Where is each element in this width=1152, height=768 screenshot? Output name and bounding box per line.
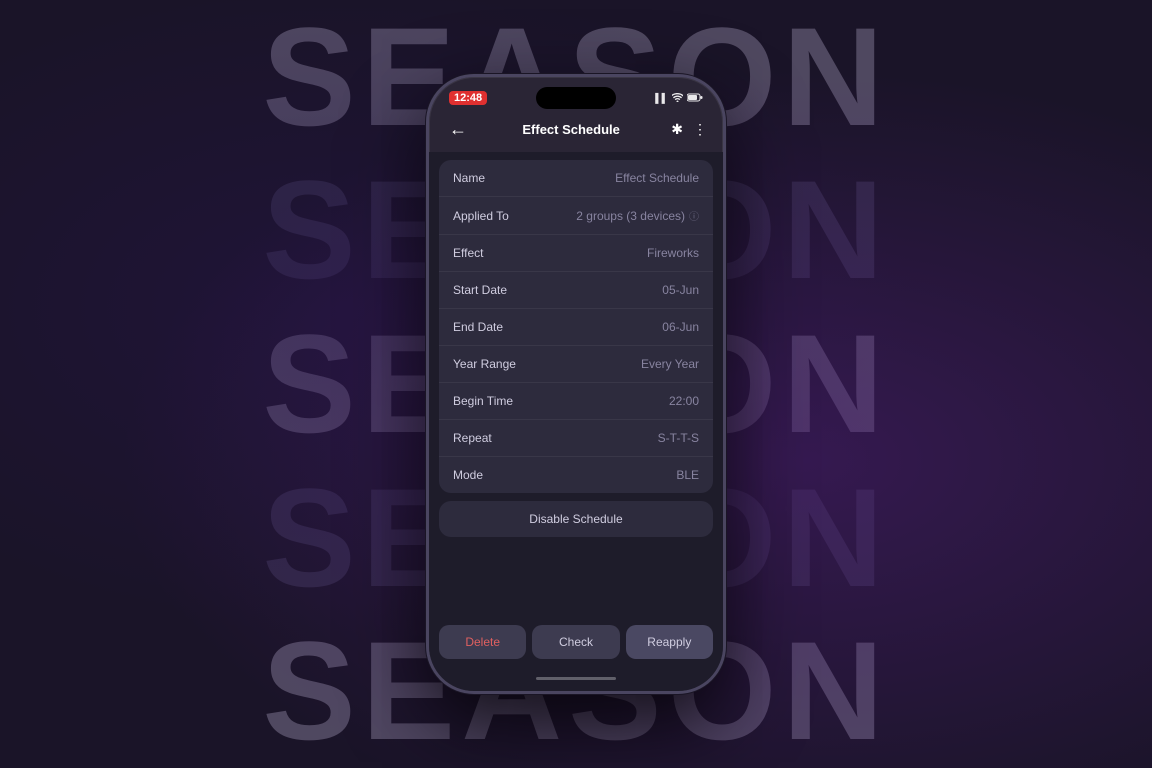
battery-icon xyxy=(687,93,703,104)
disable-schedule-button[interactable]: Disable Schedule xyxy=(439,501,713,537)
row-effect[interactable]: Effect Fireworks xyxy=(439,235,713,272)
row-mode-label: Mode xyxy=(453,468,483,482)
reapply-button[interactable]: Reapply xyxy=(626,625,713,659)
signal-icon: ▌▌ xyxy=(655,93,668,103)
wifi-icon xyxy=(672,93,683,104)
row-begin-label: Begin Time xyxy=(453,394,513,408)
row-effect-value: Fireworks xyxy=(647,246,699,260)
bottom-actions: Delete Check Reapply xyxy=(429,617,723,671)
row-start-date[interactable]: Start Date 05-Jun xyxy=(439,272,713,309)
row-begin-time[interactable]: Begin Time 22:00 xyxy=(439,383,713,420)
row-start-value: 05-Jun xyxy=(662,283,699,297)
nav-bar: ← Effect Schedule ✱ ⋮ xyxy=(429,109,723,152)
row-year-value: Every Year xyxy=(641,357,699,371)
disable-section: Disable Schedule xyxy=(439,501,713,537)
row-name-value: Effect Schedule xyxy=(615,171,699,185)
row-repeat[interactable]: Repeat S-T-T-S xyxy=(439,420,713,457)
delete-button[interactable]: Delete xyxy=(439,625,526,659)
row-repeat-label: Repeat xyxy=(453,431,492,445)
row-start-label: Start Date xyxy=(453,283,507,297)
dynamic-island xyxy=(536,87,616,109)
row-year-label: Year Range xyxy=(453,357,516,371)
row-mode[interactable]: Mode BLE xyxy=(439,457,713,493)
row-end-value: 06-Jun xyxy=(662,320,699,334)
row-effect-label: Effect xyxy=(453,246,483,260)
row-applied-value: 2 groups (3 devices) ⓘ xyxy=(576,208,699,223)
bluetooth-icon[interactable]: ✱ xyxy=(671,121,683,138)
phone-device: 12:48 ▌▌ ← Effect xyxy=(426,74,726,694)
settings-list: Name Effect Schedule Applied To 2 groups… xyxy=(439,160,713,493)
status-time: 12:48 xyxy=(449,91,487,105)
row-end-label: End Date xyxy=(453,320,503,334)
home-bar xyxy=(536,677,616,680)
row-applied-to[interactable]: Applied To 2 groups (3 devices) ⓘ xyxy=(439,197,713,235)
row-applied-label: Applied To xyxy=(453,209,509,223)
back-button[interactable]: ← xyxy=(445,115,471,144)
home-indicator xyxy=(429,671,723,691)
row-begin-value: 22:00 xyxy=(669,394,699,408)
phone-body: 12:48 ▌▌ ← Effect xyxy=(426,74,726,694)
row-end-date[interactable]: End Date 06-Jun xyxy=(439,309,713,346)
status-icons: ▌▌ xyxy=(655,93,703,104)
check-button[interactable]: Check xyxy=(532,625,619,659)
content-area: Name Effect Schedule Applied To 2 groups… xyxy=(429,152,723,617)
nav-actions: ✱ ⋮ xyxy=(671,121,707,138)
row-name[interactable]: Name Effect Schedule xyxy=(439,160,713,197)
row-name-label: Name xyxy=(453,171,485,185)
row-year-range[interactable]: Year Range Every Year xyxy=(439,346,713,383)
row-repeat-value: S-T-T-S xyxy=(658,431,699,445)
info-icon: ⓘ xyxy=(689,208,699,223)
row-mode-value: BLE xyxy=(676,468,699,482)
more-menu-icon[interactable]: ⋮ xyxy=(693,121,707,138)
nav-title: Effect Schedule xyxy=(522,122,620,137)
